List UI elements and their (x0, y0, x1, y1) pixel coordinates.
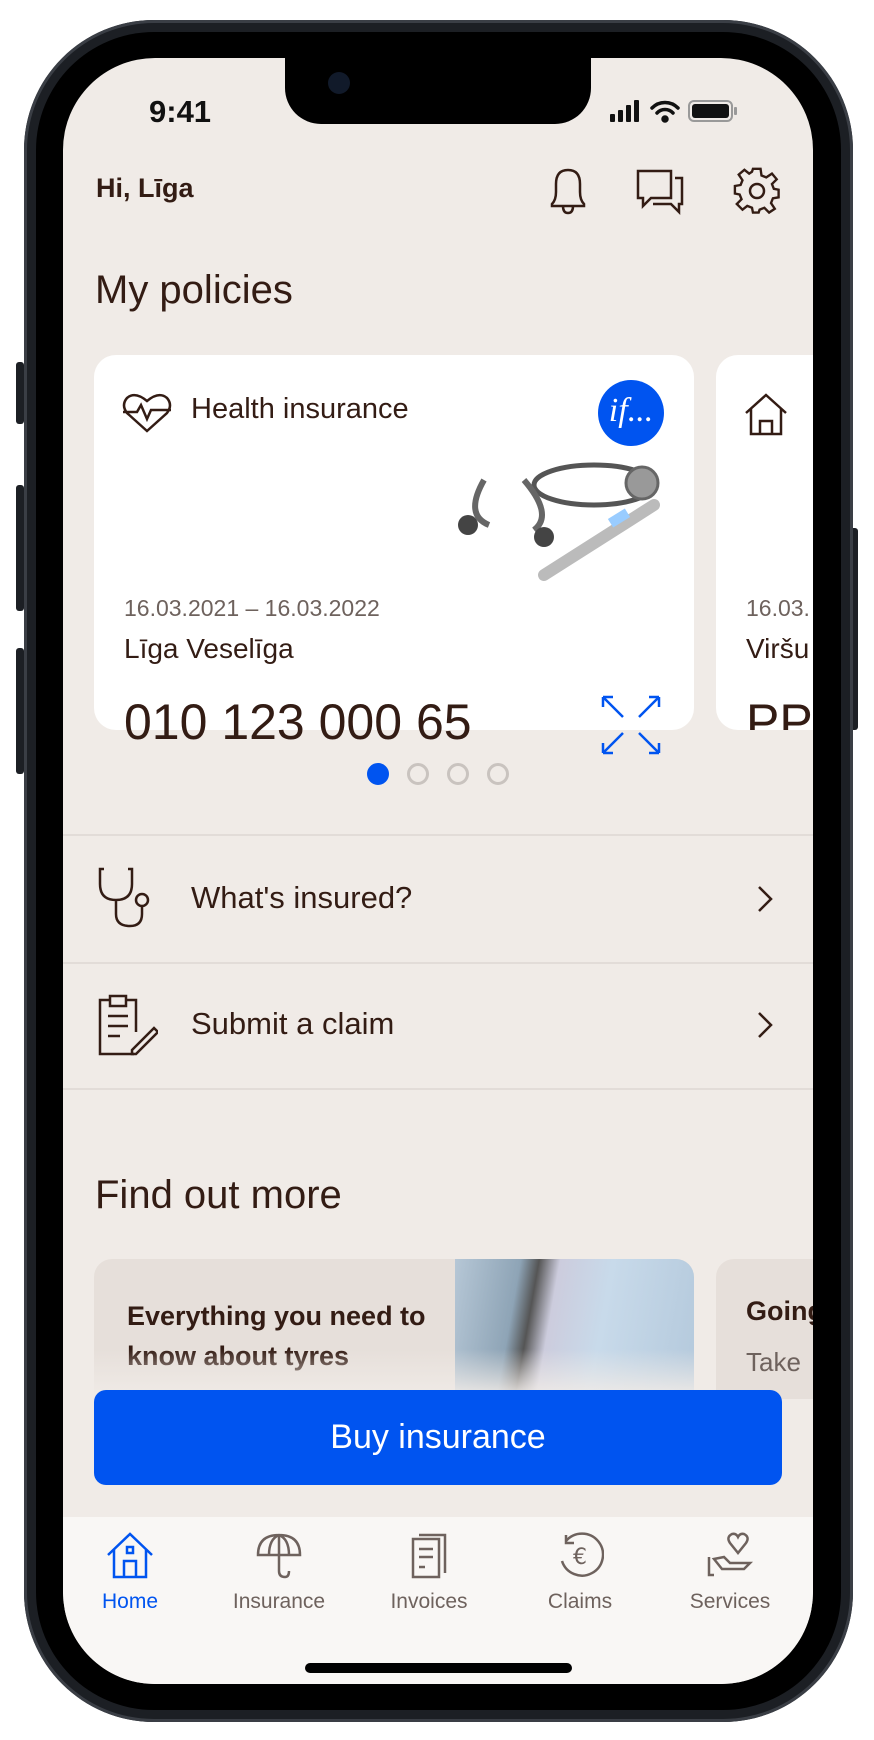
policy-dates: 16.03.2021 – 16.03.2022 (124, 595, 380, 621)
policies-title: My policies (95, 268, 293, 312)
bell-icon[interactable] (544, 166, 592, 216)
row-label: What's insured? (191, 880, 413, 915)
volume-down-button (16, 648, 24, 774)
nav-label: Invoices (390, 1590, 468, 1613)
nav-insurance[interactable]: Insurance (209, 1531, 349, 1614)
nav-services[interactable]: Services (660, 1531, 800, 1614)
hand-heart-icon (707, 1532, 754, 1577)
bottom-nav: Home Insurance Invoices € Claims Service… (63, 1517, 813, 1684)
umbrella-icon (256, 1533, 302, 1579)
nav-label: Home (101, 1590, 159, 1613)
home-icon (107, 1532, 153, 1579)
policy-card-home[interactable]: 16.03. Viršu PP (716, 355, 813, 730)
page-dot-2[interactable] (407, 763, 429, 785)
signal-icon (610, 100, 639, 122)
stethoscope-thermometer-image (458, 462, 660, 581)
policy-number: 010 123 000 65 (124, 694, 472, 750)
policy-pagination (367, 763, 509, 785)
expand-qr-icon[interactable] (599, 693, 663, 757)
house-icon (745, 393, 787, 436)
nav-label: Claims (547, 1590, 613, 1613)
clipboard-edit-icon (98, 994, 158, 1056)
euro-refresh-icon: € (560, 1532, 605, 1577)
logo-text: if... (608, 392, 654, 429)
mute-switch (16, 362, 24, 424)
policy-type: Health insurance (191, 393, 409, 425)
page-dot-3[interactable] (447, 763, 469, 785)
notch (285, 58, 591, 124)
camera (328, 72, 350, 94)
chevron-right-icon (758, 886, 773, 912)
policy-card-health[interactable]: Health insurance if... 16.03.2021 – 16.0… (94, 355, 694, 755)
whats-insured-row[interactable]: What's insured? (63, 836, 813, 962)
volume-up-button (16, 485, 24, 611)
invoice-icon (411, 1533, 447, 1579)
battery-icon (688, 100, 737, 122)
nav-invoices[interactable]: Invoices (359, 1531, 499, 1614)
if-logo: if... (598, 380, 664, 446)
stethoscope-icon (98, 867, 150, 928)
app-screen: 9:41 Hi, Līga My policies Health insuran… (63, 58, 813, 1684)
nav-label: Insurance (232, 1590, 326, 1613)
page-dot-4[interactable] (487, 763, 509, 785)
buy-insurance-label: Buy insurance (330, 1418, 546, 1456)
article-subtitle: Take (746, 1347, 801, 1377)
home-indicator[interactable] (305, 1663, 572, 1673)
article-card-tyres[interactable]: Everything you need to know about tyres (94, 1259, 694, 1399)
settings-gear-icon[interactable] (733, 166, 783, 216)
status-icons (610, 100, 737, 123)
policy-dates: 16.03. (746, 595, 810, 621)
greeting: Hi, Līga (96, 173, 194, 203)
wifi-icon (650, 100, 680, 123)
policy-holder: Viršu (746, 633, 810, 664)
divider (63, 1088, 813, 1090)
submit-claim-row[interactable]: Submit a claim (63, 964, 813, 1088)
heart-pulse-icon (122, 393, 172, 433)
page-dot-1[interactable] (367, 763, 389, 785)
policy-holder: Līga Veselīga (124, 633, 294, 664)
status-time: 9:41 (149, 94, 212, 129)
policy-number: PP (746, 694, 813, 730)
chevron-right-icon (758, 1012, 773, 1038)
chat-icon[interactable] (635, 168, 687, 216)
svg-text:€: € (573, 1545, 587, 1570)
nav-claims[interactable]: € Claims (510, 1531, 650, 1614)
find-out-more-title: Find out more (95, 1173, 342, 1217)
nav-home[interactable]: Home (63, 1531, 200, 1614)
article-card-going[interactable]: Going Take (716, 1259, 813, 1399)
nav-label: Services (689, 1590, 771, 1613)
buy-insurance-button[interactable]: Buy insurance (94, 1390, 782, 1485)
row-label: Submit a claim (191, 1006, 395, 1041)
article-title: Going (746, 1296, 813, 1326)
